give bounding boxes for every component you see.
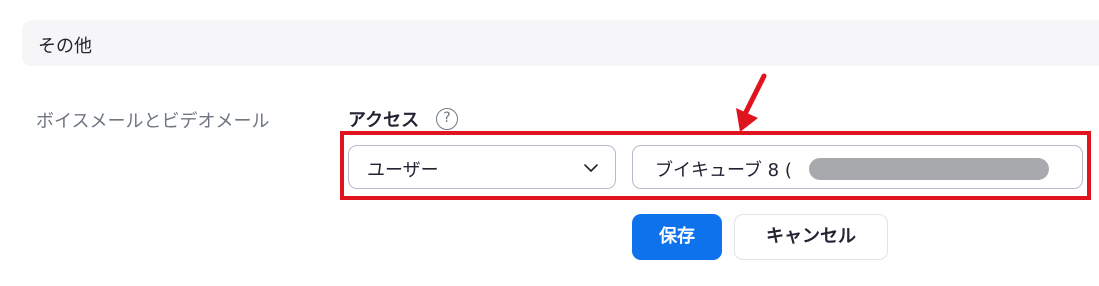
- access-label: アクセス: [348, 110, 420, 131]
- section-header: その他: [22, 20, 1099, 66]
- cancel-button[interactable]: キャンセル: [734, 214, 888, 260]
- section-title: その他: [38, 36, 92, 57]
- annotation-highlight-box: [340, 131, 1091, 200]
- voicemail-setting-label: ボイスメールとビデオメール: [36, 111, 270, 132]
- annotation-arrow-icon: [736, 73, 767, 132]
- save-button[interactable]: 保存: [632, 214, 722, 260]
- help-icon[interactable]: ?: [436, 108, 458, 130]
